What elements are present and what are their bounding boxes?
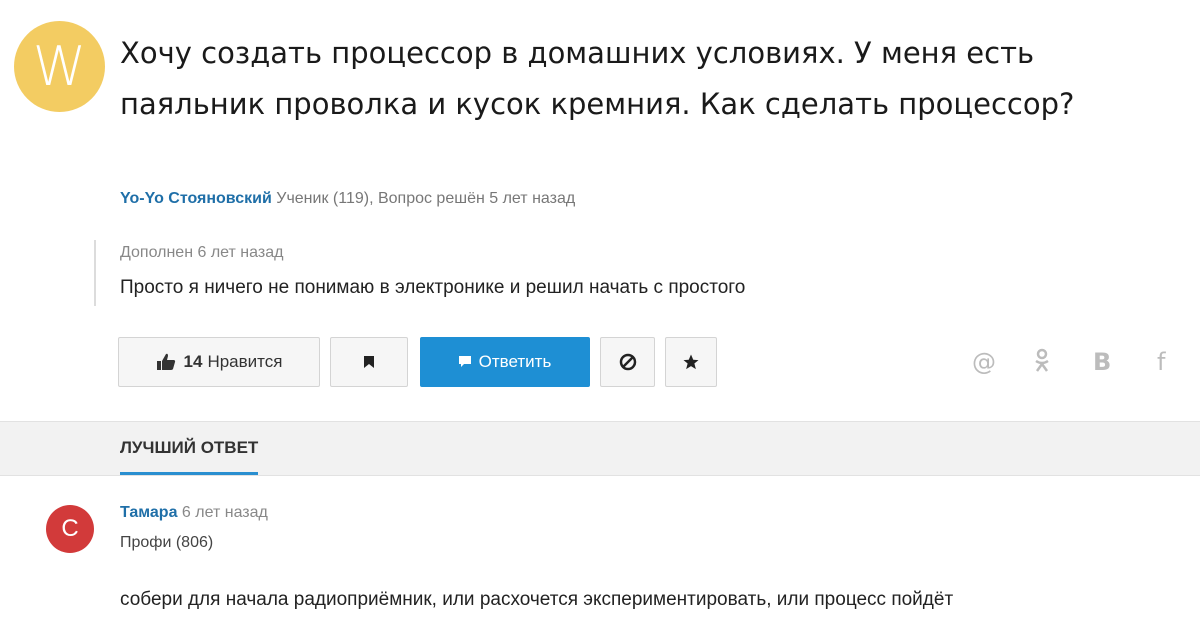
vk-icon[interactable]: B <box>1093 348 1111 376</box>
avatar-letter: W <box>32 35 87 98</box>
bookmark-button[interactable] <box>330 337 408 387</box>
mail-icon[interactable]: @ <box>972 348 996 376</box>
question-author-name[interactable]: Yo-Yo Стояновский <box>120 190 272 207</box>
star-icon <box>683 354 699 370</box>
answer-text: собери для начала радиоприёмник, или рас… <box>120 589 954 610</box>
question-title: Хочу создать процессор в домашних услови… <box>120 36 1075 121</box>
question-author-avatar[interactable]: W <box>14 21 105 112</box>
flag-icon <box>364 356 374 368</box>
answer-author-avatar[interactable]: С <box>46 505 94 553</box>
odnoklassniki-icon[interactable] <box>1034 348 1050 374</box>
question-author-line: Yo-Yo Стояновский Ученик (119), Вопрос р… <box>120 190 575 208</box>
like-count: 14 <box>183 352 203 371</box>
favorite-button[interactable] <box>665 337 717 387</box>
thumbs-up-icon <box>156 353 175 370</box>
answer-author-name[interactable]: Тамара <box>120 504 177 521</box>
best-answer-tab[interactable]: ЛУЧШИЙ ОТВЕТ <box>120 438 259 475</box>
best-answer-bar: ЛУЧШИЙ ОТВЕТ <box>0 421 1200 476</box>
question-addendum: Дополнен 6 лет назад Просто я ничего не … <box>94 240 745 306</box>
answer-time: 6 лет назад <box>181 504 268 521</box>
answer-author-rank: Профи (806) <box>120 534 214 551</box>
block-icon <box>619 353 636 371</box>
report-button[interactable] <box>600 337 655 387</box>
answer-button[interactable]: Ответить <box>420 337 590 387</box>
answer-author-line: Тамара 6 лет назад <box>120 504 268 522</box>
answer-button-label: Ответить <box>478 352 552 371</box>
avatar-letter: С <box>61 515 79 542</box>
addendum-date: Дополнен 6 лет назад <box>120 244 284 261</box>
like-button[interactable]: 14 Нравится <box>118 337 320 387</box>
like-label: Нравится <box>207 352 283 371</box>
comment-icon <box>458 356 471 367</box>
question-author-meta: Ученик (119), Вопрос решён 5 лет назад <box>276 190 576 207</box>
addendum-text: Просто я ничего не понимаю в электронике… <box>120 277 746 298</box>
facebook-icon[interactable]: f <box>1157 348 1165 376</box>
